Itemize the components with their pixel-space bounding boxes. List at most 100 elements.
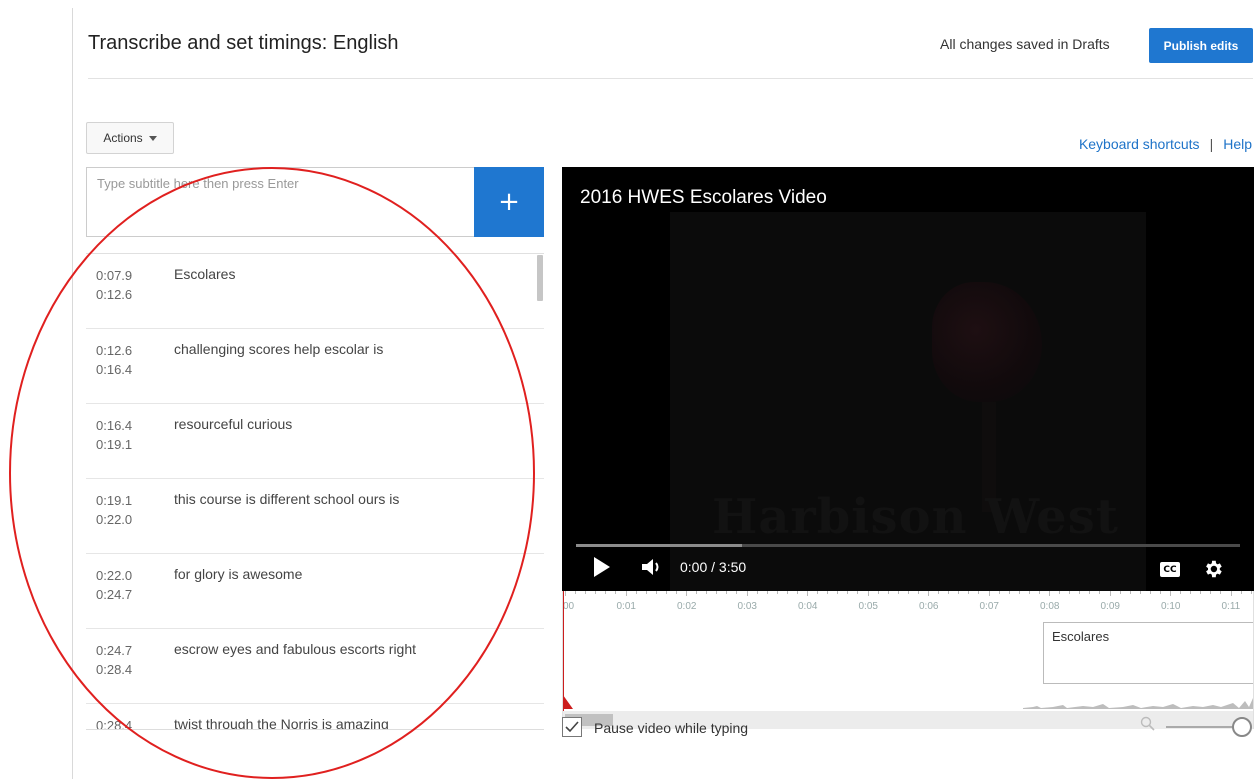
timeline-caption-block[interactable]: Escolares — [1043, 622, 1253, 684]
zoom-slider-track[interactable] — [1166, 726, 1238, 728]
gear-icon[interactable] — [1202, 558, 1224, 580]
publish-edits-button[interactable]: Publish edits — [1149, 28, 1253, 63]
help-link[interactable]: Help — [1223, 136, 1252, 152]
timeline-minor-tick — [1028, 591, 1030, 594]
playhead-marker[interactable] — [563, 695, 573, 709]
timeline-minor-tick — [665, 591, 667, 594]
video-player[interactable]: Harbison West 2016 HWES Escolares Video … — [562, 167, 1254, 591]
timeline-tick — [1230, 591, 1232, 596]
timeline-tick-label: 0:10 — [1161, 601, 1181, 612]
pause-video-checkbox[interactable] — [562, 717, 582, 737]
caption-times[interactable]: 0:22.0 0:24.7 — [96, 566, 132, 604]
timeline-tick-label: 0:07 — [979, 601, 999, 612]
caption-row[interactable]: 0:07.9 0:12.6 Escolares — [86, 254, 544, 329]
timeline-minor-tick — [675, 591, 677, 594]
caption-end-time[interactable]: 0:24.7 — [96, 585, 132, 604]
logo-graphic — [932, 282, 1042, 402]
timeline-minor-tick — [857, 591, 859, 594]
caption-start-time[interactable]: 0:22.0 — [96, 566, 132, 585]
timeline-minor-tick — [948, 591, 950, 594]
play-icon[interactable] — [594, 557, 610, 577]
help-links: Keyboard shortcuts | Help — [1079, 136, 1252, 152]
caption-end-time[interactable]: 0:16.4 — [96, 360, 132, 379]
timeline-minor-tick — [1190, 591, 1192, 594]
caption-times[interactable]: 0:28.4 — [96, 716, 132, 729]
timeline-minor-tick — [655, 591, 657, 594]
timeline-tick-label: 00 — [563, 601, 575, 612]
caption-text[interactable]: twist through the Norris is amazing — [174, 716, 389, 729]
timeline-tick — [625, 591, 627, 596]
caption-start-time[interactable]: 0:07.9 — [96, 266, 132, 285]
video-watermark: Harbison West — [712, 489, 1119, 545]
caption-times[interactable]: 0:19.1 0:22.0 — [96, 491, 132, 529]
caption-list-scrollbar[interactable] — [537, 255, 543, 301]
timeline-minor-tick — [887, 591, 889, 594]
actions-dropdown[interactable]: Actions — [86, 122, 174, 154]
timeline-tick — [807, 591, 808, 596]
caption-text[interactable]: this course is different school ours is — [174, 491, 399, 507]
zoom-slider-knob[interactable] — [1232, 717, 1252, 737]
keyboard-shortcuts-link[interactable]: Keyboard shortcuts — [1079, 136, 1200, 152]
add-subtitle-button[interactable]: + — [474, 167, 544, 237]
caption-text[interactable]: challenging scores help escolar is — [174, 341, 383, 357]
caption-start-time[interactable]: 0:28.4 — [96, 716, 132, 729]
timeline-tick — [988, 591, 990, 596]
caption-text[interactable]: for glory is awesome — [174, 566, 302, 582]
caption-row[interactable]: 0:12.6 0:16.4 challenging scores help esco… — [86, 329, 544, 404]
caption-timeline[interactable]: 00 0:01 0:02 0:03 0:04 0:05 0:06 0:07 0:08 0:09 0:… — [562, 591, 1254, 729]
caption-list-divider — [86, 729, 544, 730]
timeline-zoom-control[interactable] — [1136, 714, 1254, 740]
subtitle-input[interactable] — [86, 167, 474, 237]
caption-end-time[interactable]: 0:22.0 — [96, 510, 132, 529]
video-buffer-fill — [576, 544, 742, 547]
caption-start-time[interactable]: 0:24.7 — [96, 641, 132, 660]
timeline-tick — [1170, 591, 1171, 596]
caption-text[interactable]: Escolares — [174, 266, 235, 282]
page-title: Transcribe and set timings: English — [88, 32, 399, 54]
checkmark-icon — [565, 721, 579, 733]
zoom-out-icon[interactable] — [1140, 716, 1156, 732]
caret-down-icon — [148, 135, 157, 141]
audio-waveform — [1023, 698, 1253, 709]
timeline-minor-tick — [1129, 591, 1131, 594]
video-progress-bar[interactable] — [576, 544, 1240, 547]
caption-end-time[interactable]: 0:28.4 — [96, 660, 132, 679]
caption-start-time[interactable]: 0:12.6 — [96, 341, 132, 360]
caption-times[interactable]: 0:07.9 0:12.6 — [96, 266, 132, 304]
timeline-tick-label: 0:05 — [858, 601, 878, 612]
caption-row[interactable]: 0:16.4 0:19.1 resourceful curious — [86, 404, 544, 479]
caption-row[interactable]: 0:22.0 0:24.7 for glory is awesome — [86, 554, 544, 629]
caption-row[interactable]: 0:28.4 twist through the Norris is amazin… — [86, 704, 544, 729]
caption-start-time[interactable]: 0:19.1 — [96, 491, 132, 510]
timeline-tick — [1109, 591, 1111, 596]
caption-times[interactable]: 0:24.7 0:28.4 — [96, 641, 132, 679]
timeline-minor-tick — [635, 591, 637, 594]
timeline-tick-label: 0:04 — [798, 601, 818, 612]
timeline-minor-tick — [1059, 591, 1061, 594]
timeline-tick-label: 0:02 — [677, 601, 697, 612]
caption-start-time[interactable]: 0:16.4 — [96, 416, 132, 435]
caption-text[interactable]: resourceful curious — [174, 416, 292, 432]
closed-captions-icon[interactable]: CC — [1160, 562, 1180, 577]
playhead-line — [563, 591, 564, 711]
timeline-minor-tick — [958, 591, 960, 594]
timeline-minor-tick — [827, 591, 829, 594]
timeline-ruler: 00 0:01 0:02 0:03 0:04 0:05 0:06 0:07 0:08 0:09 0:… — [563, 591, 1253, 613]
timeline-minor-tick — [1200, 591, 1202, 594]
timeline-tick — [686, 591, 687, 596]
caption-row[interactable]: 0:24.7 0:28.4 escrow eyes and fabulous esc… — [86, 629, 544, 704]
caption-row[interactable]: 0:19.1 0:22.0 this course is different sch… — [86, 479, 544, 554]
timeline-minor-tick — [847, 591, 849, 594]
caption-times[interactable]: 0:16.4 0:19.1 — [96, 416, 132, 454]
timeline-minor-tick — [716, 591, 718, 594]
volume-icon[interactable] — [640, 557, 664, 577]
caption-list: 0:07.9 0:12.6 Escolares 0:12.6 0:16.4 challen… — [86, 253, 544, 729]
caption-end-time[interactable]: 0:12.6 — [96, 285, 132, 304]
timeline-tick-label: 0:09 — [1100, 601, 1120, 612]
caption-text[interactable]: escrow eyes and fabulous escorts right — [174, 641, 416, 657]
pause-video-label: Pause video while typing — [594, 720, 749, 736]
caption-end-time[interactable]: 0:19.1 — [96, 435, 132, 454]
video-title: 2016 HWES Escolares Video — [580, 187, 827, 208]
caption-times[interactable]: 0:12.6 0:16.4 — [96, 341, 132, 379]
timeline-minor-tick — [1240, 591, 1242, 594]
